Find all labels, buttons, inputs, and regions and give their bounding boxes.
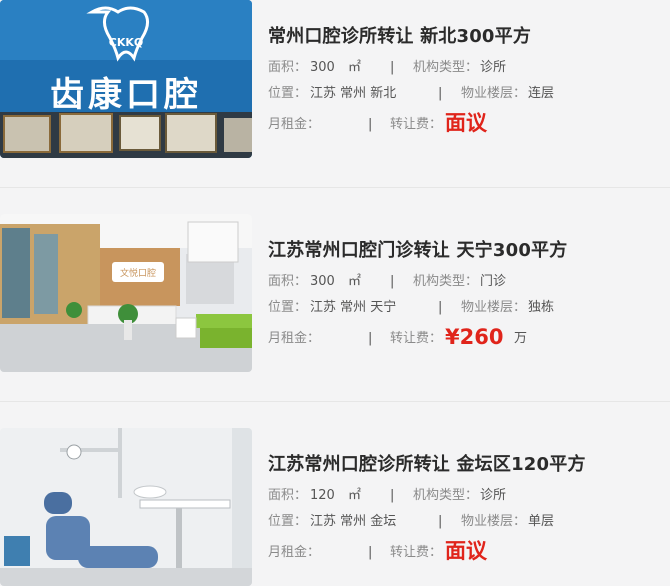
floor-label: 物业楼层：	[461, 300, 527, 315]
listing-title[interactable]: 江苏常州口腔门诊转让 天宁300平方	[268, 236, 567, 262]
location-value: 江苏 常州 天宁	[310, 300, 397, 315]
area-value: 120	[310, 488, 335, 503]
location-value: 江苏 常州 金坛	[310, 514, 397, 529]
location-label: 位置：	[268, 86, 308, 101]
divider	[0, 187, 670, 188]
type-value: 诊所	[480, 60, 507, 75]
area-label: 面积：	[268, 488, 308, 503]
area-unit: ㎡	[348, 274, 362, 289]
separator: |	[438, 514, 443, 529]
transfer-label: 转让费：	[390, 545, 443, 560]
listing-title[interactable]: 江苏常州口腔诊所转让 金坛区120平方	[268, 450, 586, 476]
area-value: 300	[310, 60, 335, 75]
info-row-price: 月租金： | 转让费： 面议	[268, 539, 668, 566]
transfer-unit: 万	[514, 331, 528, 346]
floor-value: 单层	[528, 514, 555, 529]
type-value: 诊所	[480, 488, 507, 503]
floor-value: 独栋	[528, 300, 555, 315]
listing-list: CKKQ 齿康口腔 常州口腔诊所转让 新北300平方 面积： 300 ㎡ | 机…	[0, 0, 670, 586]
sign-text: 文悦口腔	[120, 267, 156, 279]
listing-photo[interactable]	[0, 428, 252, 586]
listing-title[interactable]: 常州口腔诊所转让 新北300平方	[268, 22, 531, 48]
floor-label: 物业楼层：	[461, 86, 527, 101]
listing-card[interactable]: 文悦口腔 江苏常州口腔门诊转让 天宁300平方 面积： 300 ㎡ | 机构类型…	[0, 214, 670, 372]
separator: |	[438, 86, 443, 101]
separator: |	[390, 488, 395, 503]
info-row-price: 月租金： | 转让费： 面议	[268, 111, 668, 138]
rent-label: 月租金：	[268, 331, 321, 346]
listing-card[interactable]: CKKQ 齿康口腔 常州口腔诊所转让 新北300平方 面积： 300 ㎡ | 机…	[0, 0, 670, 158]
area-value: 300	[310, 274, 335, 289]
info-row-location-floor: 位置： 江苏 常州 天宁 | 物业楼层： 独栋	[268, 298, 668, 318]
separator: |	[390, 274, 395, 289]
separator: |	[368, 331, 373, 346]
separator: |	[438, 300, 443, 315]
listing-photo[interactable]: 文悦口腔	[0, 214, 252, 372]
info-row-location-floor: 位置： 江苏 常州 新北 | 物业楼层： 连层	[268, 84, 668, 104]
location-label: 位置：	[268, 300, 308, 315]
area-unit: ㎡	[348, 488, 362, 503]
rent-label: 月租金：	[268, 117, 321, 132]
separator: |	[390, 60, 395, 75]
info-row-area-type: 面积： 300 ㎡ | 机构类型： 门诊	[268, 272, 668, 292]
rent-label: 月租金：	[268, 545, 321, 560]
type-label: 机构类型：	[413, 488, 479, 503]
listing-card[interactable]: 江苏常州口腔诊所转让 金坛区120平方 面积： 120 ㎡ | 机构类型： 诊所…	[0, 428, 670, 586]
transfer-price: 面议	[445, 111, 487, 135]
separator: |	[368, 117, 373, 132]
divider	[0, 401, 670, 402]
floor-value: 连层	[528, 86, 555, 101]
location-label: 位置：	[268, 514, 308, 529]
type-label: 机构类型：	[413, 60, 479, 75]
type-label: 机构类型：	[413, 274, 479, 289]
info-row-area-type: 面积： 300 ㎡ | 机构类型： 诊所	[268, 58, 668, 78]
info-row-price: 月租金： | 转让费： ¥260 万	[268, 325, 668, 352]
transfer-label: 转让费：	[390, 117, 443, 132]
location-value: 江苏 常州 新北	[310, 86, 397, 101]
floor-label: 物业楼层：	[461, 514, 527, 529]
listing-photo[interactable]: CKKQ 齿康口腔	[0, 0, 252, 158]
area-label: 面积：	[268, 274, 308, 289]
transfer-label: 转让费：	[390, 331, 443, 346]
area-unit: ㎡	[348, 60, 362, 75]
transfer-price: ¥260	[445, 325, 504, 349]
info-row-area-type: 面积： 120 ㎡ | 机构类型： 诊所	[268, 486, 668, 506]
logo-text: CKKQ	[109, 36, 143, 49]
sign-text: 齿康口腔	[50, 75, 202, 115]
transfer-price: 面议	[445, 539, 487, 563]
info-row-location-floor: 位置： 江苏 常州 金坛 | 物业楼层： 单层	[268, 512, 668, 532]
separator: |	[368, 545, 373, 560]
area-label: 面积：	[268, 60, 308, 75]
type-value: 门诊	[480, 274, 507, 289]
